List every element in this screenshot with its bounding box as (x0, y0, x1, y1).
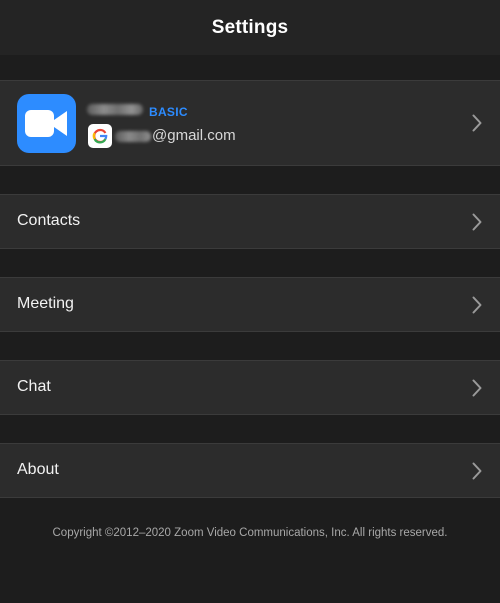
header-bar: Settings (0, 0, 500, 55)
email-text: @gmail.com (152, 127, 236, 144)
email-redacted (115, 131, 151, 142)
plan-badge: BASIC (149, 105, 188, 119)
chevron-right-icon (472, 114, 482, 132)
settings-item-label: Contacts (17, 212, 81, 229)
settings-item-about[interactable]: About (0, 443, 500, 498)
settings-item-contacts[interactable]: Contacts (0, 194, 500, 249)
chevron-right-icon (472, 462, 482, 480)
settings-item-label: Meeting (17, 295, 74, 312)
page-title: Settings (211, 16, 289, 38)
user-name-redacted (87, 104, 143, 115)
copyright-text: Copyright ©2012–2020 Zoom Video Communic… (52, 527, 448, 539)
settings-item-meeting[interactable]: Meeting (0, 277, 500, 332)
settings-item-label: About (17, 461, 59, 478)
settings-item-chat[interactable]: Chat (0, 360, 500, 415)
chevron-right-icon (472, 213, 482, 231)
chevron-right-icon (472, 296, 482, 314)
chevron-right-icon (472, 379, 482, 397)
zoom-camera-icon (17, 94, 76, 153)
settings-item-label: Chat (17, 378, 51, 395)
google-icon (88, 124, 112, 148)
profile-row[interactable]: BASIC @gmail.com (0, 80, 500, 166)
